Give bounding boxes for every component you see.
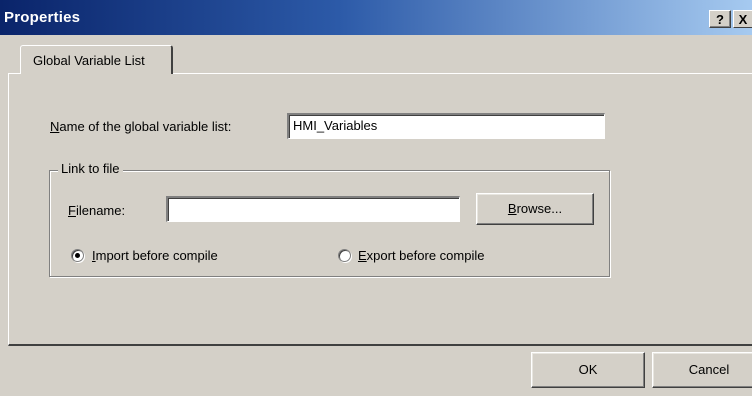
cancel-button[interactable]: Cancel (652, 352, 752, 388)
help-icon: ? (716, 12, 724, 27)
filename-input[interactable] (166, 196, 460, 222)
link-to-file-legend: Link to file (58, 161, 123, 176)
ok-button[interactable]: OK (531, 352, 645, 388)
name-label: Name of the global variable list: (50, 119, 232, 134)
close-button[interactable]: X (733, 10, 752, 28)
title-bar[interactable]: Properties ? X (0, 0, 752, 35)
export-label[interactable]: Export before compile (358, 248, 484, 263)
cancel-label: Cancel (688, 362, 730, 377)
tab-label: Global Variable List (33, 53, 145, 68)
export-radio[interactable] (338, 249, 351, 262)
radio-selected-dot (75, 253, 80, 258)
tab-global-variable-list[interactable]: Global Variable List (20, 45, 173, 74)
window-title: Properties (4, 9, 81, 26)
filename-label: Filename: (68, 203, 126, 218)
import-label[interactable]: Import before compile (92, 248, 218, 263)
browse-label: Browse... (507, 201, 563, 216)
close-icon: X (738, 12, 748, 27)
import-radio[interactable] (71, 249, 84, 262)
variable-list-name-value: HMI_Variables (293, 118, 378, 133)
variable-list-name-input[interactable]: HMI_Variables (287, 113, 605, 139)
ok-label: OK (578, 362, 598, 377)
browse-button[interactable]: Browse... (476, 193, 594, 225)
help-button[interactable]: ? (709, 10, 731, 28)
